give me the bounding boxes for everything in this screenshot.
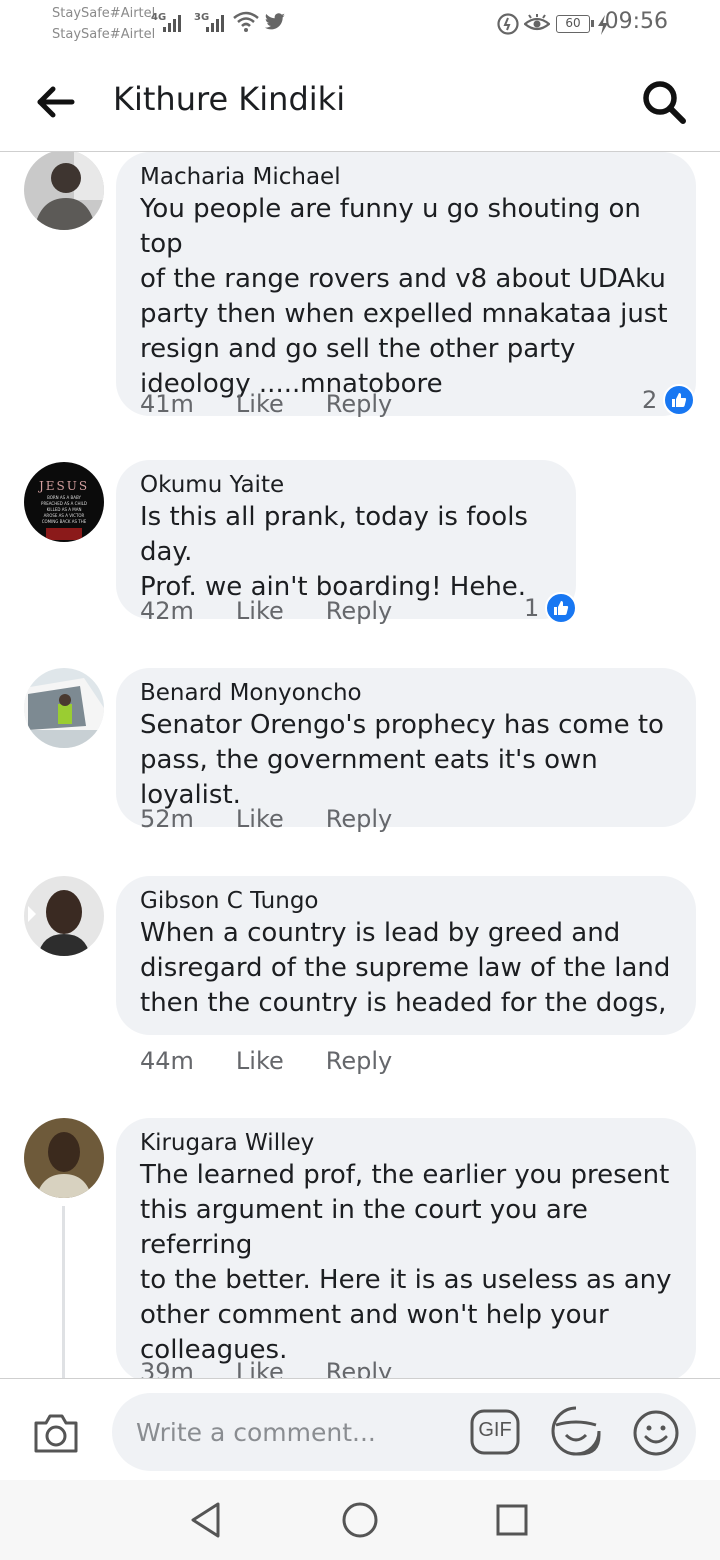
reply-button[interactable]: Reply [326,597,392,625]
status-time: 09:56 [604,9,668,34]
status-bar: StaySafe#Airtel StaySafe#Airtel 4G 3G 60… [0,0,720,50]
sticker-icon[interactable] [550,1405,602,1457]
reply-button[interactable]: Reply [326,805,392,833]
like-button[interactable]: Like [236,805,284,833]
signal-icon [206,14,224,32]
comment-composer: GIF [0,1378,720,1480]
comment-time[interactable]: 39m [140,1358,194,1378]
comment-text: You people are funny u go shouting on to… [140,194,668,399]
comment-text: The learned prof, the earlier you presen… [140,1160,672,1365]
reply-button[interactable]: Reply [326,1358,392,1378]
like-button[interactable]: Like [236,597,284,625]
avatar-text: PREACHED AS A CHILD [41,501,87,506]
like-button[interactable]: Like [236,1358,284,1378]
data-saver-icon [497,13,519,35]
comment-author[interactable]: Kirugara Willey [140,1128,672,1158]
like-button[interactable]: Like [236,390,284,418]
comment-actions: 52m Like Reply [140,805,434,833]
carrier-label-1: StaySafe#Airtel [52,6,156,21]
reaction-count[interactable]: 1 [524,592,578,624]
signal-icon [163,14,181,32]
wifi-icon [233,11,259,32]
avatar-text: KILLED AS A MAN [47,507,82,512]
comment-author[interactable]: Okumu Yaite [140,470,552,500]
battery-icon: 60 [556,15,594,33]
comment-actions: 39m Like Reply [140,1358,434,1378]
back-triangle-icon[interactable] [188,1500,224,1540]
thumbs-up-icon [545,592,578,624]
avatar-text: JESUS [37,479,89,493]
reply-button[interactable]: Reply [326,1047,392,1075]
reaction-count[interactable]: 2 [642,384,696,416]
reaction-count-label: 2 [642,386,658,414]
comment-bubble: Macharia Michael You people are funny u … [116,152,696,416]
thumbs-up-icon [663,384,696,416]
comment-time[interactable]: 52m [140,805,194,833]
home-circle-icon[interactable] [340,1500,380,1540]
comment-actions: 42m Like Reply [140,597,434,625]
comment-time[interactable]: 41m [140,390,194,418]
comment-author[interactable]: Macharia Michael [140,162,672,192]
comment-bubble: Kirugara Willey The learned prof, the ea… [116,1118,696,1378]
avatar[interactable] [24,152,104,230]
recents-square-icon[interactable] [494,1500,530,1540]
comment-bubble: Okumu Yaite Is this all prank, today is … [116,460,576,619]
comment-bubble: Benard Monyoncho Senator Orengo's prophe… [116,668,696,827]
system-nav-bar [0,1480,720,1560]
page-title: Kithure Kindiki [113,80,346,118]
camera-icon[interactable] [32,1411,80,1455]
like-button[interactable]: Like [236,1047,284,1075]
gif-button[interactable]: GIF [470,1409,520,1459]
search-icon[interactable] [640,78,688,126]
twitter-icon [264,13,285,30]
carrier-label-2: StaySafe#Airtel [52,27,156,42]
comment-actions: 44m Like Reply [140,1047,434,1075]
arrow-left-icon[interactable] [36,82,76,122]
comment-time[interactable]: 42m [140,597,194,625]
emoji-icon[interactable] [632,1409,680,1457]
comment-author[interactable]: Gibson C Tungo [140,886,672,916]
comment-time[interactable]: 44m [140,1047,194,1075]
avatar[interactable] [24,1118,104,1198]
comment-text: When a country is lead by greed and disr… [140,918,671,1018]
reply-button[interactable]: Reply [326,390,392,418]
eye-comfort-icon [524,14,550,31]
comment-list: Macharia Michael You people are funny u … [0,152,720,1378]
comment-author[interactable]: Benard Monyoncho [140,678,672,708]
gif-label: GIF [478,1419,512,1441]
comment-actions: 41m Like Reply [140,390,434,418]
avatar-text: BORN AS A BABY [47,495,81,500]
reaction-count-label: 1 [524,594,540,622]
thread-connector [62,1206,65,1378]
comment-input[interactable] [112,1393,696,1471]
comment-bubble: Gibson C Tungo When a country is lead by… [116,876,696,1035]
avatar[interactable]: JESUS BORN AS A BABY PREACHED AS A CHILD… [24,462,104,542]
comment-text: Senator Orengo's prophecy has come to pa… [140,710,664,810]
avatar-text: COMING BACK AS THE [42,519,87,524]
comment-text: Is this all prank, today is fools day. P… [140,502,528,602]
avatar[interactable] [24,668,104,748]
avatar-text: AROSE AS A VICTOR [44,513,85,518]
avatar[interactable] [24,876,104,956]
app-header: Kithure Kindiki [0,52,720,152]
